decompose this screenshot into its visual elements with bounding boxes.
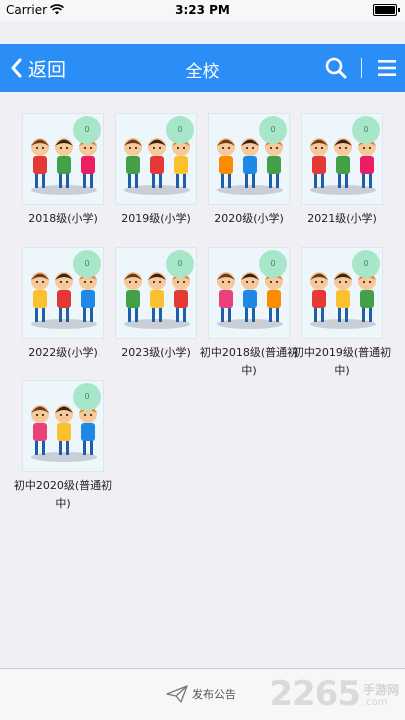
back-label: 返回 xyxy=(28,58,67,81)
status-bar: Carrier 3:23 PM xyxy=(0,0,405,21)
count-badge: 0 xyxy=(166,250,194,278)
count-badge: 0 xyxy=(352,116,380,144)
search-button[interactable] xyxy=(324,56,348,80)
watermark-logo: 2265 手游网 .com xyxy=(269,675,399,713)
bottom-bar: 发布公告 2265 手游网 .com xyxy=(0,668,405,720)
count-badge: 0 xyxy=(73,116,101,144)
watermark-com: .com xyxy=(362,697,388,708)
count-badge: 0 xyxy=(166,116,194,144)
chevron-left-icon xyxy=(11,58,22,78)
count-badge: 0 xyxy=(259,250,287,278)
grade-label: 初中2020级(普通初中) xyxy=(13,479,113,510)
grade-label: 2022级(小学) xyxy=(28,346,98,359)
nav-bar: 返回 全校 xyxy=(0,44,405,92)
menu-button[interactable] xyxy=(376,56,398,80)
menu-icon xyxy=(378,60,396,76)
paper-plane-icon xyxy=(166,685,188,703)
watermark-number: 2265 xyxy=(269,674,361,714)
grade-label: 2018级(小学) xyxy=(28,212,98,225)
grade-label: 初中2019级(普通初中) xyxy=(292,346,392,377)
publish-announcement-button[interactable]: 发布公告 xyxy=(166,683,236,705)
grade-label: 2023级(小学) xyxy=(121,346,191,359)
count-badge: 0 xyxy=(73,383,101,411)
grade-label: 2019级(小学) xyxy=(121,212,191,225)
watermark-cn: 手游网 xyxy=(362,683,399,697)
count-badge: 0 xyxy=(73,250,101,278)
grade-label: 2020级(小学) xyxy=(214,212,284,225)
battery-icon xyxy=(373,4,400,16)
publish-label: 发布公告 xyxy=(192,688,236,701)
nav-divider xyxy=(361,58,362,78)
back-button[interactable]: 返回 xyxy=(10,55,66,81)
status-time: 3:23 PM xyxy=(175,3,230,17)
search-icon xyxy=(325,57,347,79)
grade-label: 初中2018级(普通初中) xyxy=(199,346,299,377)
count-badge: 0 xyxy=(259,116,287,144)
grade-label: 2021级(小学) xyxy=(307,212,377,225)
count-badge: 0 xyxy=(352,250,380,278)
